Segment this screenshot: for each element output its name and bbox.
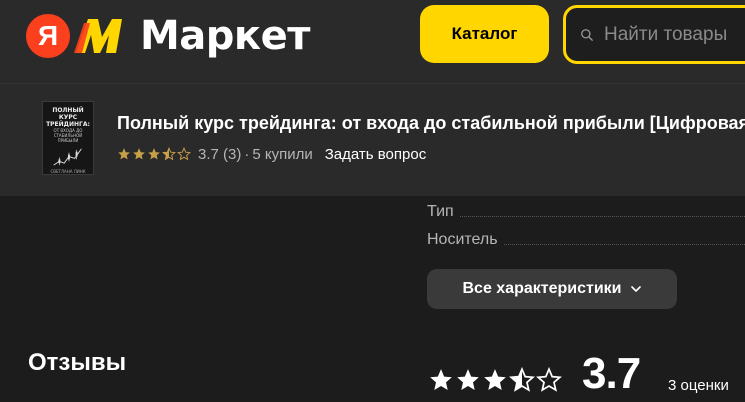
star-filled-icon <box>430 369 452 390</box>
star-empty-icon <box>536 367 562 392</box>
star-filled-icon <box>484 369 506 390</box>
product-title: Полный курс трейдинга: от входа до стаби… <box>117 113 745 133</box>
star-filled-icon <box>148 148 160 160</box>
star-half-icon <box>509 367 535 392</box>
spec-label: Тип <box>427 203 454 220</box>
search-icon <box>581 28 593 41</box>
catalog-button[interactable]: Каталог <box>420 5 549 63</box>
search-input[interactable] <box>602 22 745 47</box>
star-filled-icon <box>118 148 130 160</box>
all-specs-label: Все характеристики <box>462 280 622 297</box>
ask-question-link[interactable]: Задать вопрос <box>325 146 426 163</box>
star-filled-icon <box>133 148 145 160</box>
cover-title: ПОЛНЫЙ КУРС ТРЕЙДИНГА: <box>46 107 90 128</box>
top-header: Я Маркет Каталог ПОЛНЫЙ КУРС ТРЕЙДИНГА: … <box>0 0 745 196</box>
spec-label: Носитель <box>427 231 498 248</box>
buyers-count: 5 купили <box>252 145 313 163</box>
product-rating-text[interactable]: 3.7 (3) <box>198 146 241 163</box>
spec-row-type: Тип <box>427 201 745 221</box>
product-rating-stars <box>117 147 192 161</box>
star-half-icon <box>162 147 176 161</box>
star-filled-icon <box>457 369 479 390</box>
cover-author: СВЕТЛАНА ЛИНК <box>50 169 86 174</box>
product-meta: 3.7 (3) · 5 купили Задать вопрос <box>117 145 426 163</box>
reviews-rating-stars <box>428 367 563 393</box>
spec-dotted-leader <box>503 244 745 245</box>
yandex-logo-icon: Я <box>26 14 70 58</box>
cover-subtitle: ОТ ВХОДА ДО СТАБИЛЬНОЙ ПРИБЫЛИ <box>53 128 83 143</box>
spec-row-medium: Носитель <box>427 229 745 249</box>
chevron-down-icon <box>630 286 641 292</box>
brand-name: Маркет <box>140 13 310 59</box>
reviews-rating-value: 3.7 <box>582 349 641 398</box>
yandex-market-logo[interactable]: Я Маркет <box>26 13 310 59</box>
reviews-count[interactable]: 3 оценки <box>668 377 729 394</box>
star-empty-icon <box>177 147 191 161</box>
spec-dotted-leader <box>459 216 745 217</box>
search-box[interactable] <box>563 5 745 64</box>
reviews-heading: Отзывы <box>28 349 127 376</box>
book-cover-thumbnail[interactable]: ПОЛНЫЙ КУРС ТРЕЙДИНГА: ОТ ВХОДА ДО СТАБИ… <box>42 101 94 175</box>
meta-separator: · <box>244 145 250 163</box>
all-specs-button[interactable]: Все характеристики <box>427 269 677 309</box>
header-divider <box>0 83 745 84</box>
market-m-logo-icon <box>74 19 122 53</box>
candlestick-chart-icon <box>53 148 82 166</box>
